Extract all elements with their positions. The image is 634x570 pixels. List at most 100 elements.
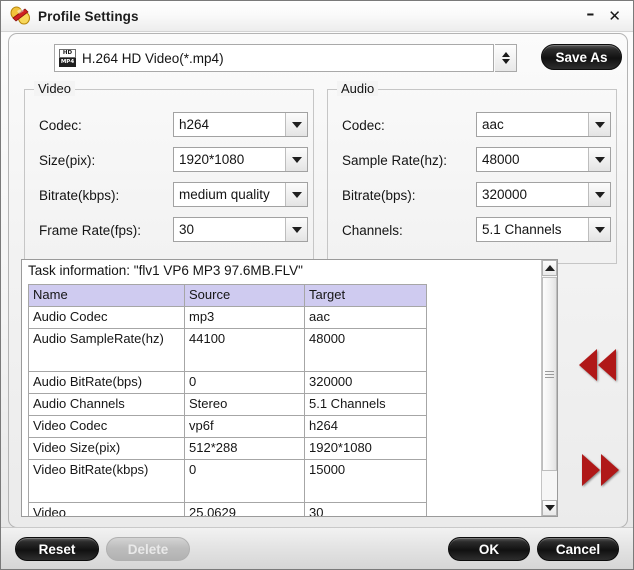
window-controls: – ✕ <box>586 6 621 24</box>
cell-name: Audio SampleRate(hz) <box>28 328 185 372</box>
column-header-source: Source <box>184 284 305 307</box>
audio-bitrate-select[interactable]: 320000 <box>476 182 611 207</box>
title-bar: Profile Settings – ✕ <box>1 1 633 32</box>
chevron-down-icon[interactable] <box>285 113 307 136</box>
cell-target: 5.1 Channels <box>304 393 427 416</box>
table-row[interactable]: Audio SampleRate(hz) 44100 48000 <box>28 328 427 372</box>
audio-codec-value: aac <box>482 117 504 132</box>
table-row[interactable]: Video BitRate(kbps) 0 15000 <box>28 459 427 503</box>
cell-name: Video Codec <box>28 415 185 438</box>
column-header-target: Target <box>304 284 427 307</box>
table-row[interactable]: Video Size(pix) 512*288 1920*1080 <box>28 437 427 460</box>
video-bitrate-select[interactable]: medium quality <box>173 182 308 207</box>
cell-target: 30 <box>304 502 427 516</box>
audio-codec-label: Codec: <box>342 117 385 133</box>
video-size-row: Size(pix): <box>39 147 95 173</box>
video-codec-value: h264 <box>179 117 210 132</box>
spinner-up-icon[interactable] <box>501 52 510 57</box>
cell-source: vp6f <box>184 415 305 438</box>
audio-bitrate-value: 320000 <box>482 187 528 202</box>
reset-button[interactable]: Reset <box>15 537 99 561</box>
cell-source: 0 <box>184 371 305 394</box>
ok-button[interactable]: OK <box>448 537 530 561</box>
scroll-down-button[interactable] <box>542 500 557 516</box>
scrollbar-thumb[interactable] <box>542 277 557 471</box>
video-bitrate-label: Bitrate(kbps): <box>39 187 120 203</box>
video-framerate-select[interactable]: 30 <box>173 217 308 242</box>
video-group-title: Video <box>34 81 76 96</box>
video-codec-select[interactable]: h264 <box>173 112 308 137</box>
cell-name: Audio BitRate(bps) <box>28 371 185 394</box>
video-size-label: Size(pix): <box>39 152 96 168</box>
spinner-down-icon[interactable] <box>501 59 510 64</box>
chevron-down-icon[interactable] <box>588 183 610 206</box>
chevron-down-icon[interactable] <box>588 218 610 241</box>
file-icon-bottom-label: MP4 <box>59 57 76 67</box>
audio-channels-select[interactable]: 5.1 Channels <box>476 217 611 242</box>
task-information-box: Task information: "flv1 VP6 MP3 97.6MB.F… <box>21 259 558 517</box>
profile-app-icon <box>9 5 31 27</box>
table-row[interactable]: Audio Channels Stereo 5.1 Channels <box>28 393 427 416</box>
cell-target: 15000 <box>304 459 427 503</box>
task-information-table: Name Source Target Audio Codec mp3 aac A… <box>28 284 427 516</box>
scrollbar-grip-icon <box>545 369 554 380</box>
table-row[interactable]: Audio Codec mp3 aac <box>28 306 427 329</box>
cell-name: Audio Codec <box>28 306 185 329</box>
cell-name: Video <box>28 502 185 516</box>
close-icon[interactable]: ✕ <box>608 8 621 24</box>
video-framerate-label: Frame Rate(fps): <box>39 222 142 238</box>
cell-source: mp3 <box>184 306 305 329</box>
cell-target: h264 <box>304 415 427 438</box>
cell-source: 512*288 <box>184 437 305 460</box>
audio-channels-row: Channels: <box>342 217 403 243</box>
chevron-down-icon[interactable] <box>588 113 610 136</box>
minimize-button[interactable]: – <box>586 6 594 22</box>
audio-samplerate-select[interactable]: 48000 <box>476 147 611 172</box>
table-row[interactable]: Audio BitRate(bps) 0 320000 <box>28 371 427 394</box>
previous-task-button[interactable] <box>579 349 616 381</box>
audio-settings-group: Audio Codec: aac Sample Rate(hz): 48000 … <box>327 81 617 264</box>
cell-source: Stereo <box>184 393 305 416</box>
settings-panel: HD MP4 H.264 HD Video(*.mp4) Save As Vid… <box>8 33 628 528</box>
cell-target: 1920*1080 <box>304 437 427 460</box>
table-header-row: Name Source Target <box>28 284 427 307</box>
cell-target: 48000 <box>304 328 427 372</box>
cell-source: 0 <box>184 459 305 503</box>
audio-samplerate-label: Sample Rate(hz): <box>342 152 448 168</box>
save-as-button[interactable]: Save As <box>541 44 622 70</box>
scroll-up-button[interactable] <box>542 260 557 276</box>
cell-target: 320000 <box>304 371 427 394</box>
task-table-scrollbar[interactable] <box>541 260 557 516</box>
column-header-name: Name <box>28 284 185 307</box>
audio-samplerate-value: 48000 <box>482 152 520 167</box>
cell-source: 25.0629 <box>184 502 305 516</box>
rewind-left-icon <box>579 349 597 381</box>
audio-codec-row: Codec: <box>342 112 385 138</box>
video-size-select[interactable]: 1920*1080 <box>173 147 308 172</box>
profile-format-value: H.264 HD Video(*.mp4) <box>82 50 224 66</box>
video-bitrate-value: medium quality <box>179 187 270 202</box>
dialog-footer: Reset Delete OK Cancel <box>1 527 633 569</box>
audio-codec-select[interactable]: aac <box>476 112 611 137</box>
audio-bitrate-label: Bitrate(bps): <box>342 187 416 203</box>
chevron-down-icon[interactable] <box>285 218 307 241</box>
cell-name: Video Size(pix) <box>28 437 185 460</box>
next-task-button[interactable] <box>582 454 619 486</box>
task-information-title: Task information: "flv1 VP6 MP3 97.6MB.F… <box>28 263 303 278</box>
profile-spinner[interactable] <box>495 44 517 72</box>
video-codec-label: Codec: <box>39 117 82 133</box>
table-row[interactable]: Video 25.0629 30 <box>28 502 427 516</box>
chevron-down-icon[interactable] <box>285 148 307 171</box>
profile-settings-window: Profile Settings – ✕ HD MP4 H.264 HD Vid… <box>0 0 634 570</box>
chevron-down-icon[interactable] <box>285 183 307 206</box>
cell-source: 44100 <box>184 328 305 372</box>
cell-name: Audio Channels <box>28 393 185 416</box>
cancel-button[interactable]: Cancel <box>537 537 619 561</box>
video-framerate-row: Frame Rate(fps): <box>39 217 141 243</box>
rewind-left-icon <box>598 349 616 381</box>
table-row[interactable]: Video Codec vp6f h264 <box>28 415 427 438</box>
chevron-down-icon[interactable] <box>588 148 610 171</box>
profile-format-combo[interactable]: HD MP4 H.264 HD Video(*.mp4) <box>54 44 494 72</box>
audio-samplerate-row: Sample Rate(hz): <box>342 147 447 173</box>
forward-right-icon <box>601 454 619 486</box>
